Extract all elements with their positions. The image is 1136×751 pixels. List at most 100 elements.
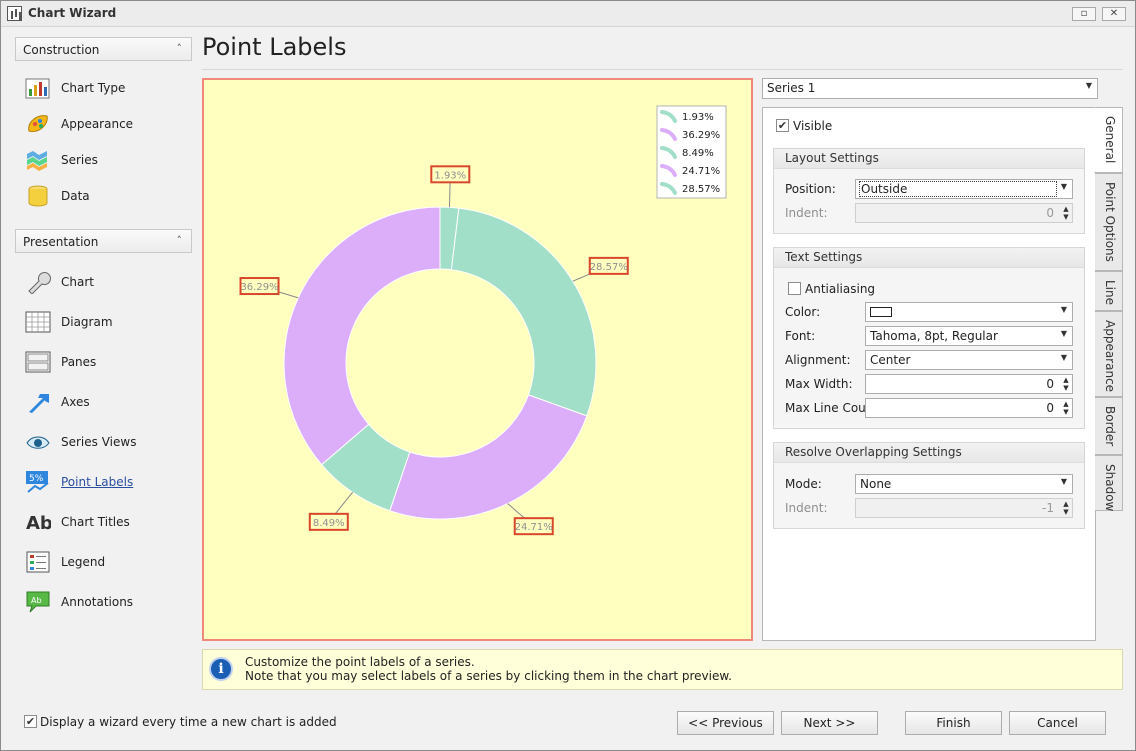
dropdown-arrow-icon: ▼ [1060,477,1067,486]
alignment-select[interactable]: Center ▼ [865,350,1073,370]
sidebar-item-label: Annotations [61,595,134,609]
color-picker[interactable]: ▼ [865,302,1073,322]
tab-label: Border [1103,406,1117,447]
sidebar-item-series-views[interactable]: Series Views [23,427,193,457]
alignment-value: Center [870,353,911,367]
collapse-chevron-icon: ˄ [176,234,183,247]
sidebar-item-appearance[interactable]: Appearance [23,109,193,139]
annotations-icon: Ab [26,591,50,613]
series-selector[interactable]: Series 1 ▼ [762,78,1098,99]
tab-border[interactable]: Border [1095,397,1123,455]
presentation-group-header[interactable]: Presentation ˄ [15,229,192,253]
visible-checkbox[interactable]: ✔ [776,119,789,132]
sidebar-item-label: Data [61,189,90,203]
cancel-button[interactable]: Cancel [1009,711,1106,735]
checkmark-icon: ✔ [777,119,788,132]
overlap-indent-value: -1 [1042,501,1054,515]
series-selector-value: Series 1 [767,81,816,95]
spinner-arrows-icon: ▲ ▼ [1063,205,1069,221]
spinner-arrows-icon[interactable]: ▲ ▼ [1061,400,1071,416]
sidebar-item-series[interactable]: Series [23,145,193,175]
legend-entry-label: 8.49% [682,148,714,159]
layout-settings-header: Layout Settings [774,149,1084,169]
series-icon [27,151,47,171]
mode-select[interactable]: None ▼ [855,474,1073,494]
mode-value: None [860,477,892,491]
sidebar-item-label: Panes [61,355,97,369]
doughnut-slice[interactable] [450,207,597,417]
point-label[interactable]: 1.93% [434,170,466,181]
sidebar-item-chart-type[interactable]: Chart Type [23,73,193,103]
resolve-overlapping-header: Resolve Overlapping Settings [774,443,1084,463]
max-width-label: Max Width: [785,377,853,391]
chart-preview[interactable]: 1.93% 28.57% 24.71% 8.49% 36.29% 1.93% 36.29% 8… [202,78,753,641]
max-line-count-label: Max Line Count: [785,401,865,415]
collapse-chevron-icon: ˄ [176,42,183,55]
show-wizard-checkbox[interactable]: ✔ [24,715,37,728]
sidebar-item-data[interactable]: Data [23,181,193,211]
sidebar-item-label: Series [61,153,98,167]
point-label[interactable]: 8.49% [313,518,345,529]
finish-button[interactable]: Finish [905,711,1002,735]
sidebar-item-label: Point Labels [61,475,134,489]
sidebar-item-label: Appearance [61,117,134,131]
window-title: Chart Wizard [28,6,117,20]
point-label[interactable]: 36.29% [240,282,278,293]
font-select[interactable]: Tahoma, 8pt, Regular ▼ [865,326,1073,346]
sidebar-item-axes[interactable]: Axes [23,387,193,417]
tab-label: Line [1103,280,1117,306]
tab-line[interactable]: Line [1095,271,1123,311]
overlap-indent-spinner: -1 ▲ ▼ [855,498,1073,518]
color-label: Color: [785,305,821,319]
panes-icon [25,351,51,373]
position-select[interactable]: Outside ▼ [855,179,1073,199]
max-line-count-value: 0 [1046,401,1054,415]
visible-label: Visible [793,119,833,133]
indent-value: 0 [1046,206,1054,220]
sidebar-item-label: Chart [61,275,94,289]
point-label[interactable]: 28.57% [590,262,628,273]
dropdown-arrow-icon: ▼ [1060,353,1067,362]
point-label[interactable]: 24.71% [515,522,553,533]
legend-entry-label: 24.71% [682,166,720,177]
tab-shadow[interactable]: Shadow [1095,455,1123,511]
font-label: Font: [785,329,816,343]
sidebar-item-point-labels[interactable]: 5% Point Labels [23,467,193,497]
doughnut-chart[interactable]: 1.93% 28.57% 24.71% 8.49% 36.29% 1.93% 36.29% 8… [204,80,751,639]
color-swatch [870,307,892,317]
close-button[interactable]: ✕ [1102,7,1126,21]
overlap-indent-label: Indent: [785,501,828,515]
info-line-2: Note that you may select labels of a ser… [245,669,732,683]
axes-arrow-icon [29,394,49,413]
indent-label: Indent: [785,206,828,220]
construction-group-header[interactable]: Construction ˄ [15,37,192,61]
legend-entry-label: 36.29% [682,130,720,141]
sidebar-item-diagram[interactable]: Diagram [23,307,193,337]
series-views-icon [26,436,50,449]
tab-point-options[interactable]: Point Options [1095,173,1123,271]
max-width-spinner[interactable]: 0 ▲ ▼ [865,374,1073,394]
spinner-arrows-icon[interactable]: ▲ ▼ [1061,376,1071,392]
title-divider [202,69,1123,70]
sidebar-item-chart[interactable]: Chart [23,267,193,297]
legend-icon [26,551,50,573]
sidebar-item-label: Axes [61,395,90,409]
tab-appearance[interactable]: Appearance [1095,311,1123,397]
chart-titles-icon: Ab [26,513,51,534]
max-line-count-spinner[interactable]: 0 ▲ ▼ [865,398,1073,418]
next-button[interactable]: Next >> [781,711,878,735]
sidebar-item-chart-titles[interactable]: Ab Chart Titles [23,507,193,537]
doughnut-slice[interactable] [389,394,588,520]
tab-general[interactable]: General [1094,107,1123,173]
legend-entry-label: 28.57% [682,184,720,195]
antialiasing-checkbox[interactable] [788,282,801,295]
previous-button[interactable]: << Previous [677,711,774,735]
text-settings-header: Text Settings [774,248,1084,268]
tab-label: Point Options [1103,182,1117,262]
sidebar-item-annotations[interactable]: Ab Annotations [23,587,193,617]
doughnut-slice[interactable] [283,206,441,466]
sidebar-item-panes[interactable]: Panes [23,347,193,377]
page-title: Point Labels [202,33,347,61]
sidebar-item-legend[interactable]: Legend [23,547,193,577]
restore-button[interactable]: ▫ [1072,7,1096,21]
